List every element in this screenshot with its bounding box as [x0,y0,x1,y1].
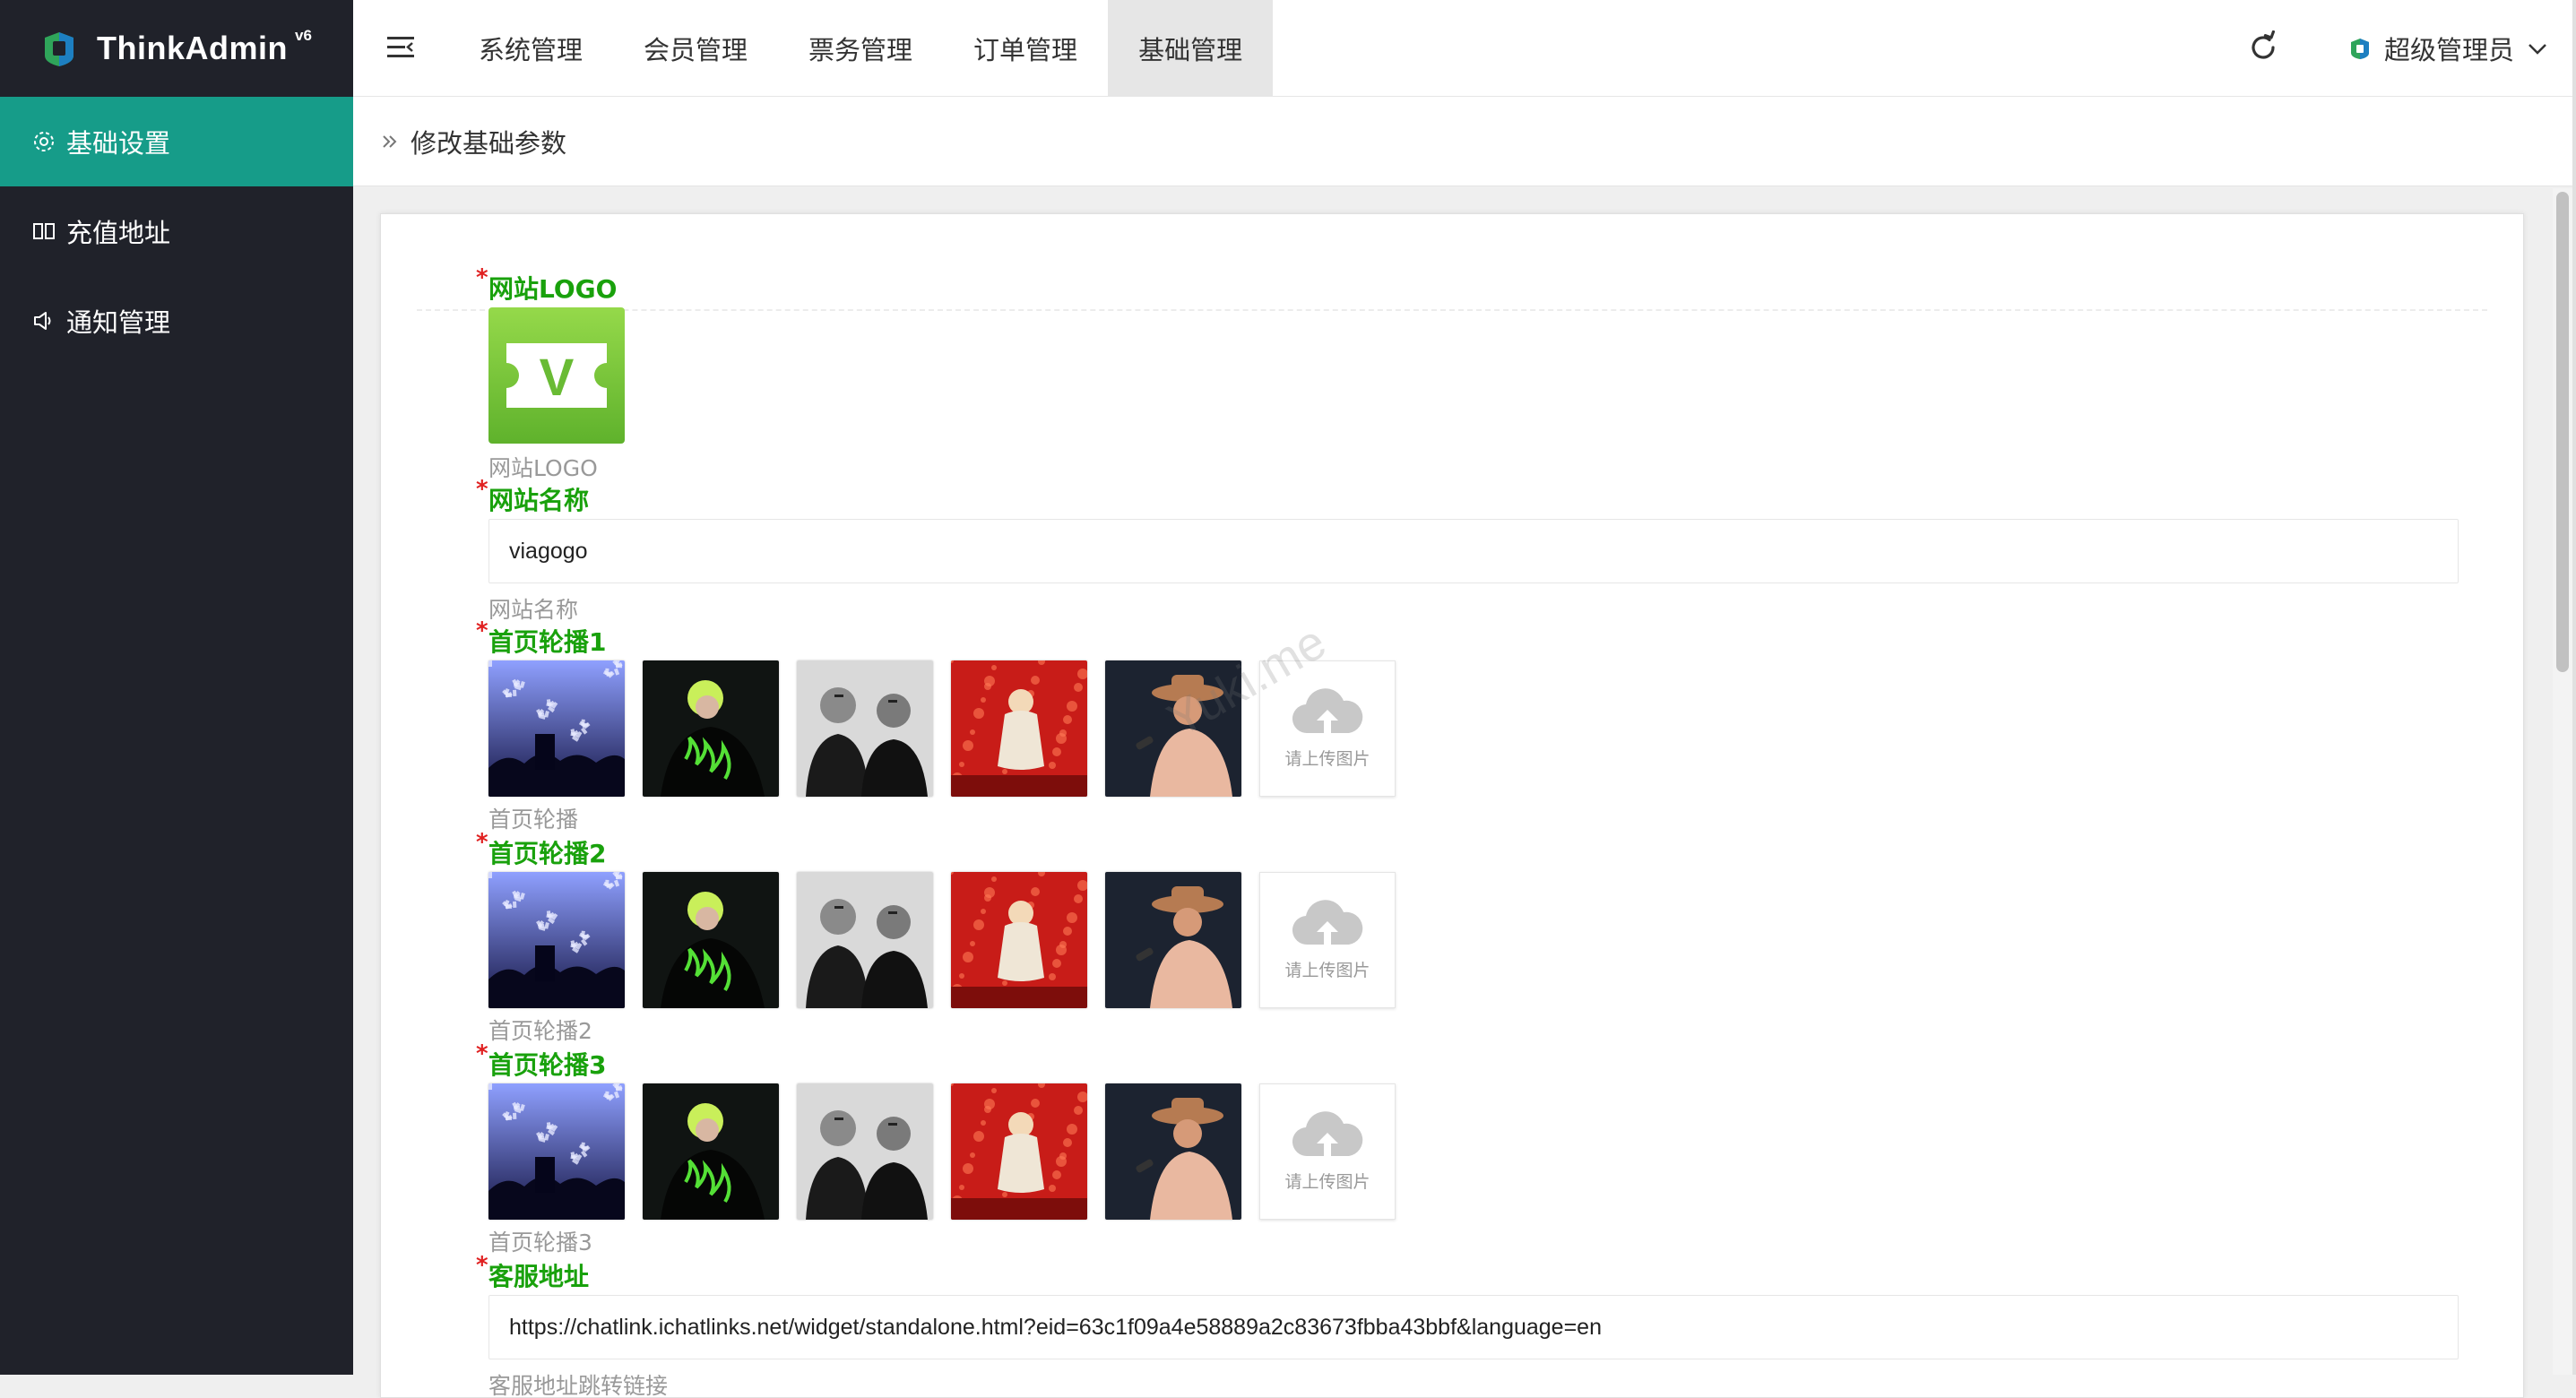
required-mark: * [476,617,488,644]
banner-image-red-stage[interactable] [951,872,1087,1008]
gear-icon [30,128,57,155]
banner3-upload-button[interactable]: 请上传图片 [1259,1083,1396,1220]
top-nav: 系统管理 会员管理 票务管理 订单管理 基础管理 [448,0,1274,97]
tab-tickets[interactable]: 票务管理 [778,0,943,97]
logo-help-text: 网站LOGO [488,455,598,481]
banner1-upload-button[interactable]: 请上传图片 [1259,660,1396,797]
window-edge [2572,0,2576,1375]
sidebar-item-notifications[interactable]: 通知管理 [0,276,353,366]
page-title: 修改基础参数 [411,127,567,159]
banner-image-concert-crowd[interactable] [488,660,625,797]
site-logo-image[interactable]: V [488,307,625,444]
banner2-images: 请上传图片 [488,872,1396,1008]
sidebar-item-recharge-address[interactable]: 充值地址 [0,186,353,276]
sidebar-item-basic-settings[interactable]: 基础设置 [0,97,353,186]
banner-image-duo-portrait[interactable] [797,660,933,797]
required-mark: * [476,829,488,856]
required-mark: * [476,264,488,291]
site-name-help-text: 网站名称 [488,597,579,623]
banner-image-artist-green[interactable] [643,1083,779,1220]
tab-basic[interactable]: 基础管理 [1108,0,1274,97]
menu-toggle-icon[interactable] [385,32,416,63]
cloud-upload-icon [1292,1110,1363,1163]
service-url-field-label: * 客服地址 [476,1252,590,1293]
settings-form-card: * 网站LOGO V 网站LOGO * 网站名称 网站名称 * 首页轮播1 [380,213,2524,1398]
cloud-upload-icon [1292,899,1363,952]
logo-label-text: 网站LOGO [488,274,618,304]
banner-image-red-stage[interactable] [951,1083,1087,1220]
banner3-help-text: 首页轮播3 [488,1230,592,1256]
banner-image-duo-portrait[interactable] [797,1083,933,1220]
upload-text: 请上传图片 [1284,960,1370,980]
banner-image-duo-portrait[interactable] [797,872,933,1008]
upload-text: 请上传图片 [1284,748,1370,769]
upload-text: 请上传图片 [1284,1171,1370,1192]
banner3-images: 请上传图片 [488,1083,1396,1220]
scrollbar-thumb[interactable] [2556,192,2569,672]
required-mark: * [476,1252,488,1279]
banner3-label-text: 首页轮播3 [488,1050,607,1080]
sidebar-item-label: 充值地址 [66,218,171,248]
site-name-label-text: 网站名称 [488,486,590,515]
breadcrumb: 修改基础参数 [353,97,2576,186]
banner1-label-text: 首页轮播1 [488,627,607,657]
site-name-field-label: * 网站名称 [476,476,590,517]
cloud-upload-icon [1292,687,1363,740]
required-mark: * [476,476,488,503]
banner2-help-text: 首页轮播2 [488,1018,592,1044]
banner-image-concert-crowd[interactable] [488,1083,625,1220]
tab-orders[interactable]: 订单管理 [943,0,1108,97]
tab-members[interactable]: 会员管理 [613,0,778,97]
top-header: 系统管理 会员管理 票务管理 订单管理 基础管理 超级管理员 [353,0,2576,97]
banner1-images: 请上传图片 [488,660,1396,797]
tab-system[interactable]: 系统管理 [448,0,613,97]
service-url-label-text: 客服地址 [488,1262,590,1291]
required-mark: * [476,1040,488,1067]
app-logo-icon [45,32,73,66]
app-version: v6 [294,27,312,44]
banner-image-cowboy-singer[interactable] [1105,1083,1241,1220]
banner2-label-text: 首页轮播2 [488,839,607,868]
sidebar-item-label: 基础设置 [66,128,171,159]
double-chevron-right-icon [383,134,397,148]
brand[interactable]: ThinkAdmin v6 [0,0,353,97]
banner1-field-label: * 首页轮播1 [476,617,607,659]
refresh-icon[interactable] [2246,30,2280,65]
app-name: ThinkAdmin [97,30,288,66]
user-logo-icon [2351,39,2369,59]
speaker-icon [30,307,57,334]
logo-field-label: * 网站LOGO [476,264,618,306]
user-menu[interactable]: 超级管理员 [2348,0,2548,97]
banner3-field-label: * 首页轮播3 [476,1040,607,1082]
field-divider [417,309,2487,311]
chevron-down-icon [2528,44,2546,55]
service-url-input[interactable] [488,1295,2459,1359]
banner-image-artist-green[interactable] [643,660,779,797]
banner-image-artist-green[interactable] [643,872,779,1008]
logo-letter: V [540,349,575,407]
banner1-help-text: 首页轮播 [488,807,579,833]
sidebar: ThinkAdmin v6 基础设置 充值地址 通知管理 [0,0,353,1375]
banner-image-cowboy-singer[interactable] [1105,872,1241,1008]
service-url-help-text: 客服地址跳转链接 [488,1373,669,1398]
banner2-field-label: * 首页轮播2 [476,829,607,870]
banner-image-cowboy-singer[interactable] [1105,660,1241,797]
user-name: 超级管理员 [2384,35,2515,65]
sidebar-item-label: 通知管理 [66,307,171,338]
banner-image-concert-crowd[interactable] [488,872,625,1008]
banner2-upload-button[interactable]: 请上传图片 [1259,872,1396,1008]
banner-image-red-stage[interactable] [951,660,1087,797]
page-scrollbar[interactable] [2553,188,2572,1375]
site-name-input[interactable] [488,519,2459,583]
columns-icon [30,218,57,245]
